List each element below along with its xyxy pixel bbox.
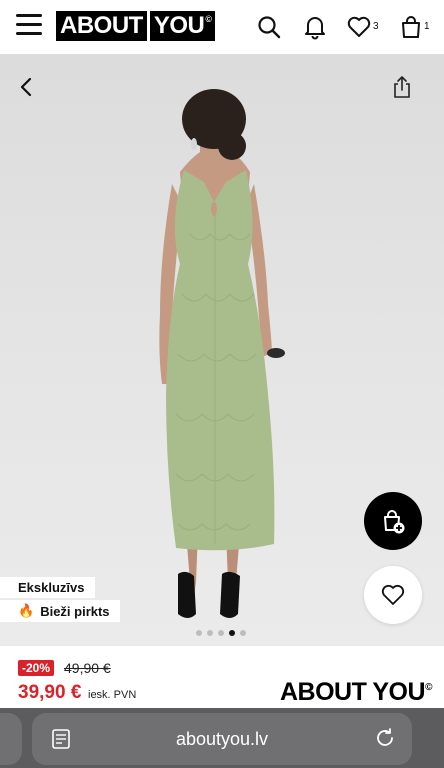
popular-badge: 🔥 Bieži pirkts bbox=[0, 600, 120, 622]
product-photo bbox=[159, 89, 285, 618]
gallery-pagination[interactable] bbox=[196, 630, 246, 636]
wishlist-count: 3 bbox=[373, 21, 379, 32]
discount-badge: -20% bbox=[18, 660, 55, 676]
browser-address-bar: aboutyou.lv bbox=[0, 708, 444, 768]
url-text: aboutyou.lv bbox=[175, 729, 269, 749]
logo-you: YOU © bbox=[149, 11, 216, 41]
share-icon[interactable] bbox=[390, 74, 414, 100]
logo-about: ABOUT bbox=[56, 11, 147, 41]
add-to-wishlist-button[interactable] bbox=[364, 566, 422, 624]
bell-icon[interactable] bbox=[302, 14, 328, 40]
gallery-dot[interactable] bbox=[196, 630, 202, 636]
cart-bag-icon[interactable] bbox=[398, 14, 424, 40]
site-logo[interactable]: ABOUT YOU © bbox=[56, 11, 216, 41]
search-icon[interactable] bbox=[256, 14, 282, 40]
reload-icon[interactable] bbox=[374, 727, 396, 749]
exclusive-badge: Ekskluzīvs bbox=[0, 577, 95, 598]
previous-tab-edge[interactable] bbox=[0, 713, 22, 765]
gallery-dot[interactable] bbox=[240, 630, 246, 636]
gallery-dot[interactable] bbox=[207, 630, 213, 636]
popular-badge-label: Bieži pirkts bbox=[40, 603, 110, 619]
url-field[interactable]: aboutyou.lv bbox=[32, 713, 412, 765]
old-price: 49,90 € bbox=[64, 660, 111, 676]
wishlist-heart-icon[interactable] bbox=[346, 14, 372, 40]
add-to-bag-button[interactable] bbox=[364, 492, 422, 550]
product-image-gallery[interactable]: Ekskluzīvs 🔥 Bieži pirkts bbox=[0, 54, 444, 646]
current-price: 39,90 € bbox=[18, 682, 82, 703]
fire-icon: 🔥 bbox=[18, 603, 35, 618]
brand-logo[interactable]: ABOUT YOU© bbox=[280, 678, 432, 707]
bag-plus-icon bbox=[384, 510, 405, 534]
vat-note: iesk. PVN bbox=[88, 689, 137, 701]
heart-icon bbox=[381, 584, 405, 605]
back-chevron-icon[interactable] bbox=[16, 76, 38, 98]
top-header: ABOUT YOU © 3 1 bbox=[0, 0, 444, 54]
gallery-dot-active[interactable] bbox=[229, 630, 235, 636]
price-section: -20% 49,90 € 39,90 € iesk. PVN ABOUT YOU… bbox=[0, 646, 444, 708]
cart-count: 1 bbox=[424, 21, 430, 32]
menu-icon[interactable] bbox=[16, 14, 42, 36]
gallery-dot[interactable] bbox=[218, 630, 224, 636]
